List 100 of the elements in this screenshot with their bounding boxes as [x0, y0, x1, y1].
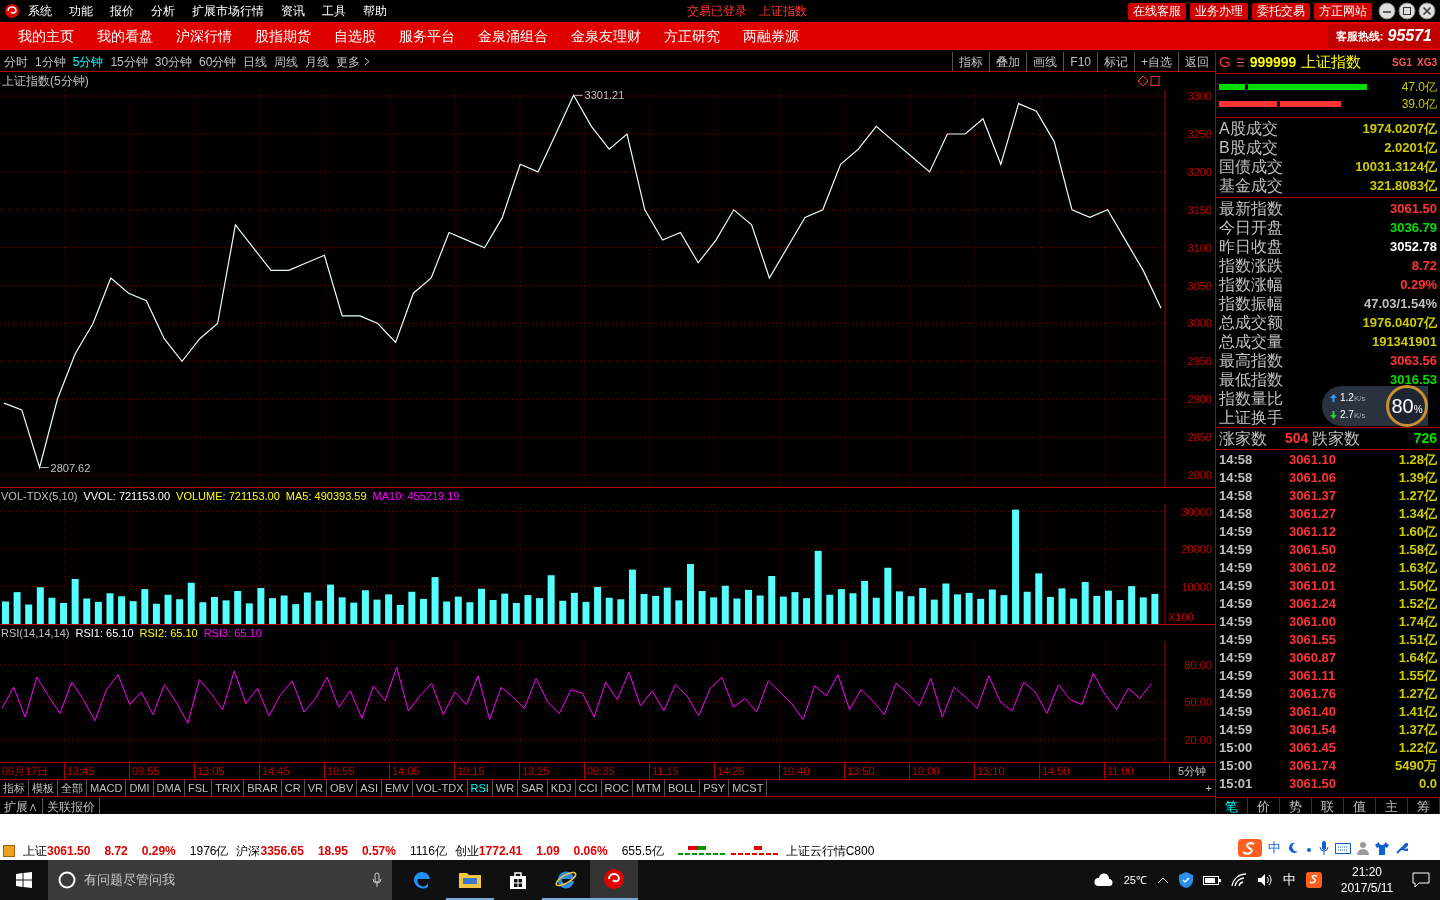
nav-item[interactable]: 自选股 — [334, 25, 376, 47]
tool-button[interactable]: 叠加 — [989, 52, 1027, 71]
person-icon[interactable] — [1357, 841, 1369, 855]
nav-item[interactable]: 方正研究 — [664, 25, 720, 47]
indicator-tab[interactable]: DMI — [126, 780, 154, 796]
nav-item[interactable]: 金泉涌组合 — [478, 25, 548, 47]
indicator-tab[interactable]: FSL — [185, 780, 213, 796]
indicator-tab[interactable]: MACD — [87, 780, 127, 796]
wifi-icon[interactable] — [1231, 873, 1247, 887]
header-button[interactable]: 方正网站 — [1314, 2, 1372, 20]
indicator-tab[interactable]: ROC — [601, 780, 633, 796]
keyboard-icon[interactable] — [1335, 842, 1351, 854]
battery-icon[interactable] — [1203, 874, 1221, 886]
folder-icon[interactable] — [459, 870, 481, 888]
tool-button[interactable]: 画线 — [1026, 52, 1064, 71]
restore-icon[interactable] — [1398, 2, 1416, 20]
indicator-tab[interactable]: KDJ — [547, 780, 576, 796]
indicator-tab[interactable]: DMA — [153, 780, 185, 796]
app-logo[interactable] — [603, 868, 625, 890]
wrench-icon[interactable] — [1395, 841, 1408, 855]
period-tab[interactable]: 月线 — [305, 52, 330, 71]
indicator-tab[interactable]: PSY — [700, 780, 730, 796]
notification-icon[interactable] — [1412, 872, 1430, 888]
period-tab[interactable]: 分时 — [4, 52, 28, 71]
menu-item[interactable]: 资讯 — [281, 2, 305, 20]
windows-logo-icon[interactable] — [16, 872, 32, 888]
indicator-tab[interactable]: RSI — [467, 780, 493, 796]
period-tab[interactable]: 日线 — [243, 52, 268, 71]
period-tab[interactable]: 60分钟 — [199, 52, 237, 71]
extension-tab[interactable]: 关联报价 — [43, 797, 100, 814]
indicator-tab[interactable]: EMV — [381, 780, 413, 796]
indicator-tab[interactable]: CR — [281, 780, 305, 796]
shirt-icon[interactable] — [1375, 841, 1389, 855]
period-tab[interactable]: 1分钟 — [35, 52, 66, 71]
indicator-tab[interactable]: BOLL — [665, 780, 701, 796]
tool-button[interactable]: 标记 — [1097, 52, 1134, 71]
nav-item[interactable]: 沪深行情 — [176, 25, 232, 47]
microphone-icon[interactable] — [372, 872, 382, 888]
period-tab[interactable]: 更多 — [336, 52, 361, 71]
ime-mode[interactable]: 中 — [1268, 838, 1281, 858]
period-tab[interactable]: 周线 — [274, 52, 299, 71]
indicator-tab[interactable]: MCST — [729, 780, 768, 796]
tool-button[interactable]: +自选 — [1134, 52, 1178, 71]
indicator-tab[interactable]: VOL-TDX — [412, 780, 468, 796]
sogou-logo[interactable] — [1238, 839, 1262, 857]
indicator-tab[interactable]: VR — [304, 780, 327, 796]
indicator-tab[interactable]: ASI — [357, 780, 382, 796]
indicator-tab[interactable]: MTM — [633, 780, 666, 796]
period-tab[interactable]: 15分钟 — [110, 52, 148, 71]
menu-item[interactable]: 报价 — [110, 2, 134, 20]
menu-item[interactable]: 帮助 — [363, 2, 387, 20]
indicator-tab[interactable]: 全部 — [58, 780, 87, 796]
close-icon[interactable] — [1418, 2, 1436, 20]
chevron-right-icon[interactable] — [364, 57, 371, 66]
menu-item[interactable]: 扩展市场行情 — [192, 2, 264, 20]
volume-bar — [791, 592, 799, 624]
period-tab[interactable]: 5分钟 — [72, 52, 104, 71]
indicator-tab[interactable]: WR — [492, 780, 519, 796]
header-button[interactable]: 委托交易 — [1252, 2, 1310, 20]
weather-temperature[interactable]: 25℃ — [1123, 871, 1147, 889]
add-indicator-button[interactable]: + — [1202, 779, 1215, 797]
period-tab[interactable]: 30分钟 — [154, 52, 193, 71]
nav-item[interactable]: 金泉友理财 — [571, 25, 641, 47]
indicator-tab[interactable]: CCI — [575, 780, 602, 796]
tool-button[interactable]: F10 — [1063, 52, 1097, 71]
clock-date[interactable]: 2017/5/11 — [1340, 880, 1394, 896]
moon-icon[interactable] — [1287, 842, 1299, 854]
input-method-indicator[interactable]: 中 — [1283, 870, 1296, 890]
nav-item[interactable]: 两融券源 — [743, 25, 799, 47]
cloud-icon[interactable] — [1093, 872, 1114, 888]
menu-item[interactable]: 分析 — [151, 2, 175, 20]
extension-tab[interactable]: 扩展∧ — [0, 797, 43, 814]
nav-item[interactable]: 我的看盘 — [97, 25, 153, 47]
indicator-tab[interactable]: BRAR — [244, 780, 282, 796]
tool-button[interactable]: 指标 — [952, 52, 990, 71]
shield-icon[interactable] — [1179, 872, 1193, 888]
minimize-icon[interactable] — [1378, 2, 1396, 20]
search-field[interactable]: 有问题尽管问我 — [48, 860, 392, 900]
indicator-tab[interactable]: OBV — [327, 780, 358, 796]
microphone-icon[interactable] — [1319, 841, 1329, 855]
menu-item[interactable]: 功能 — [69, 2, 93, 20]
chevron-up-icon[interactable] — [1157, 876, 1169, 884]
sogou-logo[interactable] — [1306, 872, 1322, 888]
menu-icon[interactable] — [1235, 58, 1245, 67]
header-button[interactable]: 业务办理 — [1190, 2, 1248, 20]
clock-time[interactable]: 21:20 — [1352, 864, 1382, 880]
indicator-tab[interactable]: SAR — [518, 780, 548, 796]
menu-item[interactable]: 系统 — [28, 2, 52, 20]
nav-item[interactable]: 服务平台 — [399, 25, 455, 47]
indicator-tab[interactable]: 模板 — [29, 780, 58, 796]
nav-item[interactable]: 股指期货 — [255, 25, 311, 47]
header-button[interactable]: 在线客服 — [1128, 2, 1186, 20]
menu-item[interactable]: 工具 — [322, 2, 346, 20]
chart-tools-icon[interactable] — [1138, 76, 1160, 86]
speaker-icon[interactable] — [1257, 873, 1273, 887]
nav-item[interactable]: 我的主页 — [18, 25, 74, 47]
indicator-tab[interactable]: 指标 — [0, 780, 29, 796]
store-bag-icon[interactable] — [508, 870, 528, 890]
indicator-tab[interactable]: TRIX — [212, 780, 245, 796]
edge-browser-icon[interactable] — [411, 869, 433, 891]
